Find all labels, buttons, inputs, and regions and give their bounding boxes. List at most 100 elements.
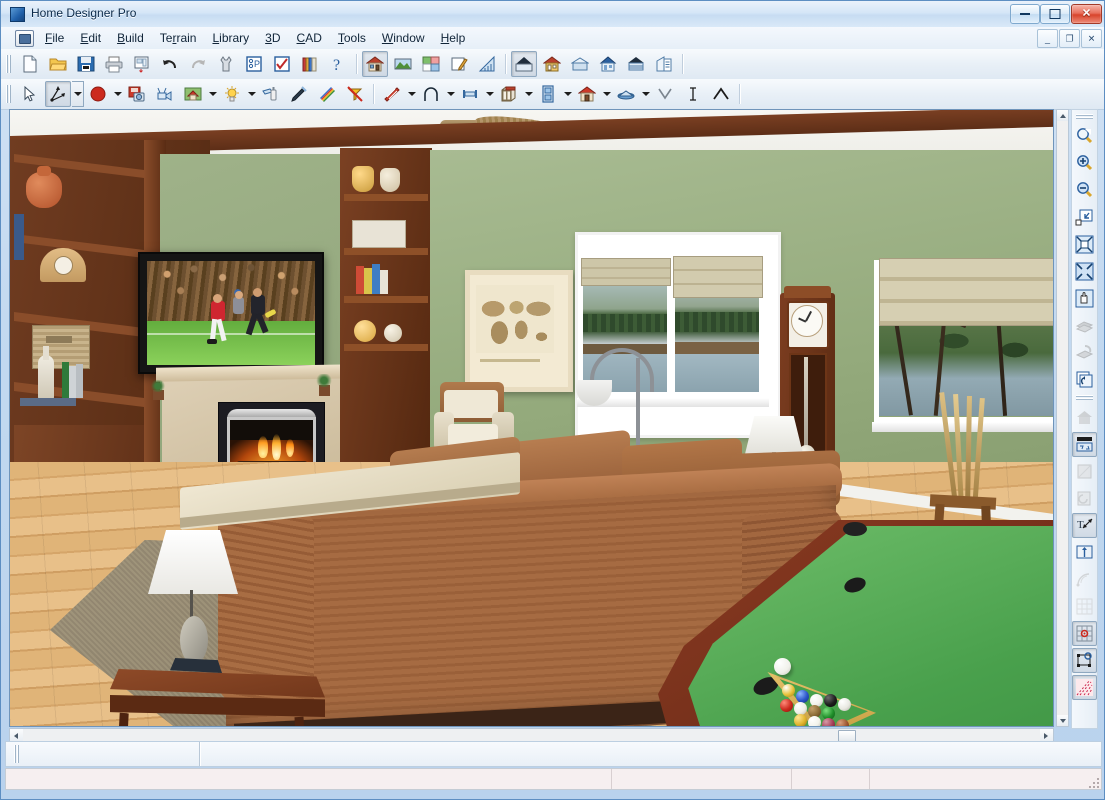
dimension-defaults-button[interactable]: T: [1072, 513, 1097, 538]
fill-style-button[interactable]: [85, 81, 111, 107]
library-browser-button[interactable]: [297, 51, 323, 77]
full-camera-button[interactable]: [511, 51, 537, 77]
toolbar-grip[interactable]: [4, 83, 13, 105]
lighting-dropdown[interactable]: [246, 82, 257, 106]
terrain-view-button[interactable]: [390, 51, 416, 77]
viewport-vertical-scrollbar[interactable]: [1056, 109, 1069, 727]
window-maximize-button[interactable]: [1040, 4, 1070, 24]
zoom-out-button[interactable]: [1072, 178, 1097, 203]
zoom-button[interactable]: [1072, 124, 1097, 149]
roof-button[interactable]: [613, 81, 639, 107]
open-plan-button[interactable]: [45, 51, 71, 77]
windows-dropdown[interactable]: [601, 82, 612, 106]
materials-list-button[interactable]: [651, 51, 677, 77]
pan-window-button[interactable]: [1072, 286, 1097, 311]
reference-display-button[interactable]: [1072, 432, 1097, 457]
gable-button[interactable]: [708, 81, 734, 107]
menu-help[interactable]: Help: [433, 29, 474, 47]
windows-button[interactable]: [574, 81, 600, 107]
walls-dropdown[interactable]: [406, 82, 417, 106]
new-plan-button[interactable]: [17, 51, 43, 77]
menu-terrain[interactable]: Terrain: [152, 29, 205, 47]
select-objects-button[interactable]: [17, 81, 43, 107]
doors-button[interactable]: [535, 81, 561, 107]
doll-house-view-button[interactable]: [539, 51, 565, 77]
fill-window-building-button[interactable]: [1072, 259, 1097, 284]
up-one-floor-button[interactable]: [1072, 405, 1097, 430]
refresh-display-button[interactable]: [1072, 367, 1097, 392]
help-button[interactable]: ?: [325, 51, 351, 77]
auto-dimension-button[interactable]: [1072, 540, 1097, 565]
angle-snaps-button[interactable]: [1072, 567, 1097, 592]
print-preview-button[interactable]: [129, 51, 155, 77]
window-close-button[interactable]: ✕: [1071, 4, 1102, 24]
menu-window[interactable]: Window: [374, 29, 433, 47]
sun-angle-button[interactable]: [1072, 675, 1097, 700]
menu-library[interactable]: Library: [204, 29, 257, 47]
ruler-button[interactable]: [474, 51, 500, 77]
menu-edit[interactable]: Edit: [72, 29, 109, 47]
scroll-up-arrow[interactable]: [1057, 110, 1068, 121]
toolbar-grip[interactable]: [4, 53, 13, 75]
menu-file[interactable]: File: [37, 29, 72, 47]
reference-floor-button[interactable]: [1072, 459, 1097, 484]
zoom-in-button[interactable]: [1072, 151, 1097, 176]
cross-section-button[interactable]: [595, 51, 621, 77]
check-button[interactable]: [269, 51, 295, 77]
cad-draw-tools-dropdown[interactable]: [72, 81, 84, 107]
material-eyedropper-button[interactable]: [286, 81, 312, 107]
toolbar-grip[interactable]: [12, 743, 21, 765]
railing-dropdown[interactable]: [445, 82, 456, 106]
document-control-icon[interactable]: [15, 30, 34, 47]
scroll-down-arrow[interactable]: [1057, 715, 1068, 726]
material-painter-spray-button[interactable]: [258, 81, 284, 107]
cabinets-dropdown[interactable]: [523, 82, 534, 106]
lighting-button[interactable]: [219, 81, 245, 107]
cad-draw-tools-button[interactable]: [45, 81, 71, 107]
cabinets-button[interactable]: [496, 81, 522, 107]
menu-build[interactable]: Build: [109, 29, 152, 47]
fill-style-dropdown[interactable]: [112, 82, 123, 106]
toolbar-grip[interactable]: [1076, 112, 1093, 120]
swap-reference-floor-button[interactable]: [1072, 486, 1097, 511]
picture-button[interactable]: [124, 81, 150, 107]
no-texture-button[interactable]: [342, 81, 368, 107]
preferences-button[interactable]: [213, 51, 239, 77]
save-plan-button[interactable]: [73, 51, 99, 77]
house-overview-button[interactable]: [180, 81, 206, 107]
redo-button[interactable]: [185, 51, 211, 77]
plan-check-button[interactable]: P: [241, 51, 267, 77]
roof-dropdown[interactable]: [640, 82, 651, 106]
camera-button[interactable]: [152, 81, 178, 107]
valley-button[interactable]: [652, 81, 678, 107]
print-button[interactable]: [101, 51, 127, 77]
framing-overview-button[interactable]: [623, 51, 649, 77]
doors-dropdown[interactable]: [562, 82, 573, 106]
undo-button[interactable]: [157, 51, 183, 77]
grid-snaps-button[interactable]: [1072, 594, 1097, 619]
rainbow-button[interactable]: [314, 81, 340, 107]
edit-behavior-button[interactable]: [1072, 648, 1097, 673]
next-view-button[interactable]: [1072, 340, 1097, 365]
window-minimize-button[interactable]: [1010, 4, 1040, 24]
previous-view-button[interactable]: [1072, 313, 1097, 338]
menu-tools[interactable]: Tools: [330, 29, 374, 47]
menu-3d[interactable]: 3D: [257, 29, 288, 47]
fill-window-button[interactable]: [1072, 232, 1097, 257]
mdi-restore-button[interactable]: ❐: [1059, 29, 1080, 48]
object-snaps-button[interactable]: [1072, 621, 1097, 646]
mdi-close-button[interactable]: ✕: [1081, 29, 1102, 48]
beam-dropdown[interactable]: [484, 82, 495, 106]
overview-button[interactable]: [567, 51, 593, 77]
menu-cad[interactable]: CAD: [289, 29, 330, 47]
floor-plan-view-button[interactable]: [362, 51, 388, 77]
post-button[interactable]: [680, 81, 706, 107]
mdi-minimize-button[interactable]: _: [1037, 29, 1058, 48]
toolbar-grip[interactable]: [1076, 393, 1093, 401]
zoom-window-button[interactable]: [1072, 205, 1097, 230]
3d-camera-view[interactable]: [9, 109, 1054, 727]
railing-button[interactable]: [418, 81, 444, 107]
resize-grip[interactable]: [1087, 776, 1099, 788]
material-painter-button[interactable]: [418, 51, 444, 77]
walls-button[interactable]: [379, 81, 405, 107]
